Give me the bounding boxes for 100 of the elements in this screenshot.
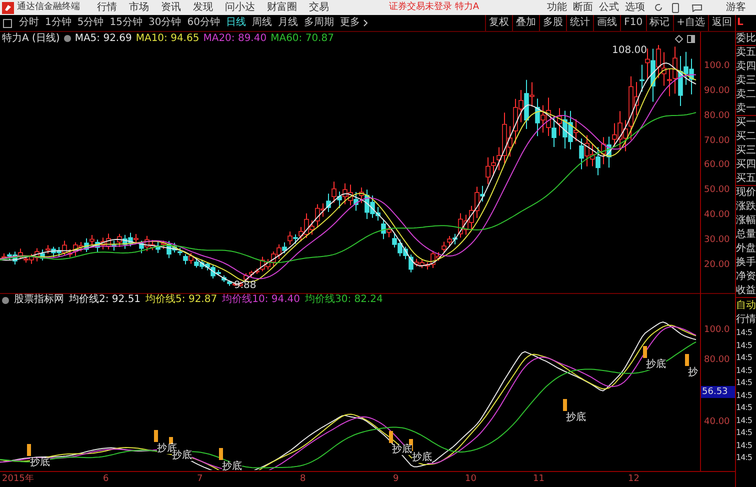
indicator-title: 股票指标网 [14, 295, 64, 305]
tool-button[interactable]: 复权 [485, 15, 512, 31]
quote-field-label: 收益 [736, 284, 756, 298]
indicator-axis-label: 80.00 [704, 356, 730, 365]
app-title: 通达信金融终端 [17, 3, 81, 12]
quote-field-label: 买二 [736, 130, 756, 144]
trade-time: 14:5 [736, 414, 753, 427]
trade-time: 14:5 [736, 377, 753, 390]
indicator-axis-label: 100.0 [704, 326, 730, 335]
menu-item[interactable]: 功能 [547, 2, 567, 12]
layout-toggle-icon[interactable] [3, 18, 12, 28]
quote-field-label: 涨幅 [736, 214, 756, 228]
menu-item[interactable]: 选项 [625, 2, 645, 12]
menu-item[interactable]: 断面 [573, 2, 593, 12]
quote-field-label: 买三 [736, 144, 756, 158]
current-value-badge: 56.53 [701, 386, 735, 398]
quote-field-label: 卖一 [736, 102, 756, 116]
tool-button[interactable]: 标记 [646, 15, 673, 31]
trade-time: 14:5 [736, 427, 753, 440]
buy-signal-label: 抄底 [412, 453, 432, 463]
quote-field-label: 总量 [736, 228, 756, 242]
period-tab[interactable]: 15分钟 [106, 18, 146, 28]
signal-bar [27, 444, 31, 456]
panel-icon[interactable] [687, 34, 695, 42]
menu-item[interactable]: 行情 [97, 2, 117, 12]
moving-average-value: MA5: 92.69 [74, 34, 132, 44]
trade-time: 14:5 [736, 452, 753, 464]
auto-label[interactable]: 自动 [736, 298, 756, 313]
refresh-icon[interactable] [654, 3, 663, 12]
user-label[interactable]: 游客 [726, 2, 746, 12]
tool-button[interactable]: +自选 [672, 15, 708, 31]
buy-signal-label: 抄底 [30, 458, 50, 468]
tool-button[interactable]: F10 [620, 15, 646, 31]
quote-field-label: 卖二 [736, 88, 756, 102]
period-tab[interactable]: 60分钟 [184, 18, 223, 28]
date-axis-label: 9 [393, 475, 399, 484]
price-axis-label: 100.0 [704, 62, 730, 71]
tool-button[interactable]: 返回 [708, 15, 735, 31]
price-axis-label: 90.00 [704, 86, 730, 96]
period-tab[interactable]: 5分钟 [74, 18, 107, 28]
menu-item[interactable]: 市场 [129, 2, 149, 12]
period-tab[interactable]: 30分钟 [145, 18, 184, 28]
quote-field-label: 现价 [736, 186, 756, 200]
signal-bar [685, 354, 689, 366]
average-line-value: 均价线30: 82.24 [305, 295, 383, 305]
menu-item[interactable]: 发现 [193, 2, 213, 12]
quote-field-label: 卖三 [736, 74, 756, 88]
period-tab[interactable]: 周线 [248, 18, 275, 28]
trade-time: 14:5 [736, 390, 753, 402]
tool-button[interactable]: 统计 [566, 15, 594, 31]
signal-bar [643, 346, 647, 358]
menu-item[interactable]: 交易 [309, 2, 329, 12]
buy-signal-label: 抄底 [222, 462, 242, 472]
date-axis-label: 6 [103, 475, 109, 484]
price-axis-label: 50.00 [704, 186, 730, 196]
app-logo-icon [2, 2, 14, 14]
period-tab[interactable]: 多周期 [300, 18, 337, 28]
chevron-right-icon[interactable] [362, 19, 368, 27]
trade-time: 14:5 [736, 327, 753, 340]
buy-signal-label: 抄 [688, 368, 698, 378]
panel-corner-label: L [737, 18, 744, 28]
phone-icon[interactable] [672, 2, 679, 12]
trade-time: 14:5 [736, 352, 753, 364]
average-line-value: 均价线10: 94.40 [222, 295, 300, 305]
diamond-icon[interactable] [675, 34, 683, 42]
trade-time: 14:5 [736, 340, 753, 352]
menu-item[interactable]: 公式 [599, 2, 619, 12]
tool-button[interactable]: 叠加 [512, 15, 540, 31]
period-tab[interactable]: 日线 [222, 18, 249, 28]
quote-field-label: 买四 [736, 158, 756, 172]
tool-button[interactable]: 多股 [539, 15, 566, 31]
login-notice: 证券交易未登录 特力A [389, 3, 480, 12]
moving-average-value: MA60: 70.87 [270, 34, 334, 44]
period-tab[interactable]: 月线 [274, 18, 301, 28]
price-axis-label: 80.00 [704, 112, 730, 121]
average-line-value: 均价线5: 92.87 [146, 295, 218, 305]
period-tab[interactable]: 分时 [16, 18, 42, 28]
quote-field-label: 委比 [736, 32, 756, 46]
moving-average-value: MA20: 89.40 [203, 34, 267, 44]
price-axis-label: 20.00 [704, 260, 730, 270]
moving-average-value: MA10: 94.65 [136, 34, 200, 44]
date-axis-label: 7 [197, 475, 203, 484]
price-axis-label: 40.00 [704, 211, 730, 220]
menu-item[interactable]: 资讯 [161, 2, 181, 12]
buy-signal-label: 抄底 [646, 360, 666, 370]
price-axis-label: 60.00 [704, 161, 730, 170]
tool-button[interactable]: 画线 [593, 15, 620, 31]
period-tab[interactable]: 1分钟 [42, 18, 74, 28]
message-icon[interactable] [692, 4, 702, 12]
quote-field-label: 买五 [736, 172, 756, 186]
quote-field-label: 卖五 [736, 46, 756, 60]
menu-item[interactable]: 财富圈 [267, 2, 297, 12]
signal-bar [219, 448, 223, 460]
quote-field-label: 买一 [736, 116, 756, 130]
menu-item[interactable]: 问小达 [225, 2, 255, 12]
trade-time: 14:5 [736, 364, 753, 377]
period-tab[interactable]: 更多 [336, 18, 363, 28]
price-axis-label: 70.00 [704, 136, 730, 146]
signal-bar [154, 430, 158, 442]
buy-signal-label: 抄底 [392, 445, 412, 455]
